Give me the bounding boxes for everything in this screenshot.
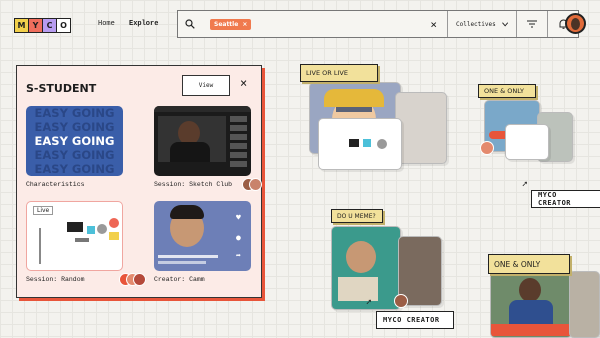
sketch-club-tile[interactable] (154, 106, 251, 176)
chevron-down-icon (501, 21, 508, 27)
board-item (67, 222, 83, 232)
video-caption (158, 255, 218, 258)
contributor-avatar (394, 294, 408, 308)
tile-text: EASY GOING (34, 148, 115, 162)
person-hair (170, 205, 204, 219)
tile-text: EASY GOING (34, 134, 115, 148)
live-or-live-label: LIVE OR LIVE (300, 64, 378, 82)
logo-letter-m: M (14, 18, 29, 33)
collectives-dropdown[interactable]: Collectives (448, 21, 516, 28)
one-and-only-label: ONE & ONLY (478, 84, 536, 98)
board-item (109, 218, 119, 228)
chip-close-icon[interactable]: × (242, 21, 247, 28)
myco-logo[interactable]: M Y C O (14, 18, 71, 33)
tile-text: EASY GOING (34, 120, 115, 134)
video-sidebar (230, 116, 247, 170)
tile-text: EASY GOING (34, 106, 115, 120)
person-face (346, 241, 376, 273)
creator-camm-tile[interactable]: ♥ ● ➦ (154, 201, 251, 271)
panel-title: S-STUDENT (26, 82, 97, 95)
person-head (519, 278, 541, 302)
comment-icon[interactable]: ● (236, 233, 241, 242)
cursor-icon: ➚ (522, 180, 528, 190)
user-avatar[interactable] (565, 13, 586, 34)
drawing-card[interactable] (395, 92, 447, 164)
video-toolbar (154, 106, 251, 112)
heart-icon[interactable]: ♥ (236, 213, 241, 222)
location-chip[interactable]: Seattle × (210, 18, 252, 30)
tile-caption: Session: Random (26, 276, 85, 283)
board-line (39, 228, 41, 264)
board-item (109, 232, 119, 240)
person-body (170, 142, 210, 162)
creator-cursor-tag: MYCO CREATOR (376, 311, 454, 329)
board-item (75, 238, 89, 242)
creator-cursor-tag: MYCO CREATOR (531, 190, 600, 208)
logo-letter-y: Y (28, 18, 43, 33)
search-icon (178, 19, 202, 29)
contributor-avatar (480, 141, 494, 155)
collectives-label: Collectives (456, 20, 496, 28)
meme-label: DO U MEME? (331, 209, 383, 223)
location-chip-label: Seattle (214, 20, 239, 28)
video-caption (158, 261, 206, 264)
tile-caption: Session: Sketch Club (154, 181, 233, 188)
logo-letter-c: C (42, 18, 57, 33)
board-item (87, 226, 95, 234)
characteristics-tile[interactable]: EASY GOING EASY GOING EASY GOING EASY GO… (26, 106, 123, 176)
board-card[interactable] (505, 124, 549, 160)
nav-explore[interactable]: Explore (129, 20, 158, 28)
view-button[interactable]: View (182, 75, 230, 96)
character-hair (324, 89, 384, 107)
board-item (97, 224, 107, 234)
book-shape (338, 277, 378, 301)
close-icon[interactable]: × (240, 76, 247, 90)
partial-card[interactable] (569, 271, 600, 338)
board-item (349, 139, 359, 147)
collective-panel: S-STUDENT View × EASY GOING EASY GOING E… (16, 65, 262, 298)
cursor-icon: ➚ (366, 298, 372, 308)
share-icon[interactable]: ➦ (236, 251, 241, 260)
filter-icon (527, 20, 537, 28)
tile-caption: Creator: Camm (154, 276, 205, 283)
board-card[interactable] (318, 118, 402, 170)
filter-button[interactable] (517, 11, 547, 37)
tile-caption: Characteristics (26, 181, 85, 188)
random-session-tile[interactable]: Live (26, 201, 123, 271)
board-item (363, 139, 371, 147)
contributor-avatar (249, 178, 262, 191)
kayak-large-card[interactable] (490, 267, 572, 338)
character-headband (336, 107, 372, 112)
logo-letter-o: O (56, 18, 71, 33)
tile-text: EASY GOING (34, 162, 115, 176)
clear-search-icon[interactable]: × (430, 18, 437, 31)
one-and-only-big-label: ONE & ONLY (488, 254, 570, 274)
contributor-avatar (133, 273, 146, 286)
search-bar[interactable]: Seattle × × Collectives (177, 10, 579, 38)
kayak-shape (491, 324, 571, 336)
board-item (377, 139, 387, 149)
nav-home[interactable]: Home (98, 20, 115, 28)
live-badge: Live (33, 206, 54, 215)
